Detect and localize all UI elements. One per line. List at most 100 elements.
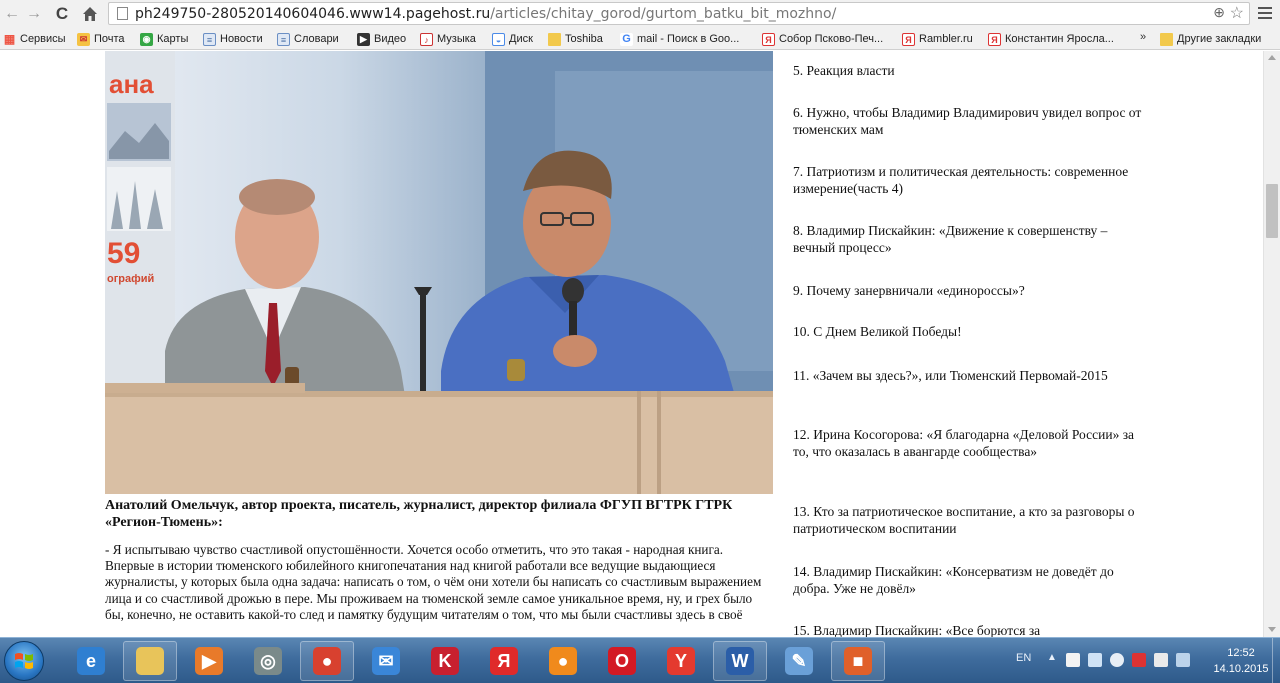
related-articles-list: 5. Реакция власти 6. Нужно, чтобы Владим… [793,51,1153,637]
folder-icon [1160,32,1173,46]
bookmark-label: Rambler.ru [919,33,973,45]
reload-button[interactable]: C [52,4,72,24]
poster-subtitle: ографий [107,273,155,285]
taskbar-app-button[interactable]: ● [536,641,590,681]
folder-icon [548,32,561,46]
bookmark-label: Toshiba [565,33,603,45]
scroll-up-arrow-icon[interactable] [1268,55,1276,60]
speaker-caption: Анатолий Омельчук, автор проекта, писате… [105,498,733,530]
show-desktop-button[interactable] [1272,638,1280,683]
forward-button[interactable]: → [24,4,44,24]
taskbar-app-button[interactable]: e [64,641,118,681]
yandex-icon: Я [988,32,1001,46]
bookmark-label: mail - Поиск в Goo... [637,33,740,45]
taskbar-app-button[interactable]: K [418,641,472,681]
tray-network-icon[interactable] [1088,653,1102,667]
taskbar-app-button[interactable]: W [713,641,767,681]
clock-date[interactable]: 14.10.2015 [1210,662,1272,676]
show-hidden-icons-icon[interactable]: ▲ [1047,652,1057,663]
bookmark-konstantin[interactable]: Я Константин Яросла... [988,31,1114,47]
bookmark-toshiba[interactable]: Toshiba [548,31,603,47]
scroll-thumb[interactable] [1266,184,1278,238]
bookmarks-overflow-button[interactable]: » [1140,31,1146,43]
page-scrollbar[interactable] [1263,51,1280,637]
bookmark-sobor[interactable]: Я Собор Псково-Печ... [762,31,883,47]
taskbar-app-button[interactable]: ◎ [241,641,295,681]
tray-monitor-icon[interactable] [1176,653,1190,667]
related-article-link[interactable]: 8. Владимир Пискайкин: «Движение к совер… [793,222,1148,256]
bookmarks-bar: ▦ Сервисы ✉ Почта ◉ Карты ≡ Новости ≡ Словари… [0,28,1280,50]
taskbar-app-button[interactable]: Я [477,641,531,681]
chrome-menu-button[interactable] [1254,4,1276,24]
taskbar-app-button[interactable]: ▶ [182,641,236,681]
windows-logo-icon [15,653,33,669]
related-article-link[interactable]: 14. Владимир Пискайкин: «Консерватизм не… [793,563,1148,597]
ring-app-icon: ◎ [254,647,282,675]
start-button[interactable] [4,641,44,681]
related-article-link[interactable]: 9. Почему занервничали «единороссы»? [793,282,1148,299]
related-article-link[interactable]: 11. «Зачем вы здесь?», или Тюменский Пер… [793,367,1148,384]
bookmark-mail[interactable]: ✉ Почта [77,31,125,47]
bookmark-dictionary[interactable]: ≡ Словари [277,31,339,47]
tray-grid-icon[interactable] [1066,653,1080,667]
mail-agent-icon: ✉ [372,647,400,675]
yandex-icon: Я [490,647,518,675]
bookmark-star-icon[interactable]: ☆ [1230,3,1244,23]
home-button[interactable] [80,4,100,24]
back-button[interactable]: ← [2,4,22,24]
tray-device-icon[interactable] [1154,653,1168,667]
other-bookmarks[interactable]: Другие закладки [1160,31,1261,47]
bookmark-label: Новости [220,33,263,45]
taskbar-app-button[interactable]: ✉ [359,641,413,681]
tray-flag-icon[interactable] [1132,653,1146,667]
bookmark-rambler[interactable]: Я Rambler.ru [902,31,973,47]
scroll-down-arrow-icon[interactable] [1268,627,1276,632]
related-article-link[interactable]: 10. С Днем Великой Победы! [793,323,1148,340]
taskbar-app-button[interactable]: Y [654,641,708,681]
windows-taskbar: e ▶ ◎ ● ✉ K Я ● O Y W ✎ ■ EN ▲ 12:52 14.10.2015 [0,637,1280,683]
related-article-link[interactable]: 13. Кто за патриотическое воспитание, а … [793,503,1148,537]
url-text[interactable]: ph249750-280520140604046.www14.pagehost.… [135,5,836,23]
related-article-link[interactable]: 15. Владимир Пискайкин: «Все борются за [793,622,1148,637]
speech-paragraph: - Я испытываю чувство счастливой опустош… [105,542,762,622]
address-bar[interactable]: ph249750-280520140604046.www14.pagehost.… [108,2,1250,25]
taskbar-app-button[interactable]: O [595,641,649,681]
dictionary-icon: ≡ [277,32,290,46]
bookmark-music[interactable]: ♪ Музыка [420,31,476,47]
google-icon: G [620,32,633,46]
word-icon: W [726,647,754,675]
bookmark-news[interactable]: ≡ Новости [203,31,263,47]
bookmark-video[interactable]: ▶ Видео [357,31,406,47]
taskbar-app-button[interactable]: ● [300,641,354,681]
bookmark-maps[interactable]: ◉ Карты [140,31,188,47]
related-article-link[interactable]: 5. Реакция власти [793,62,1148,79]
page-icon [117,7,128,20]
bookmark-apps[interactable]: ▦ Сервисы [3,31,66,47]
yandex-browser-icon: Y [667,647,695,675]
language-indicator[interactable]: EN [1016,652,1031,664]
bookmark-label: Видео [374,33,407,45]
yandex-icon: Я [902,32,915,46]
related-article-link[interactable]: 12. Ирина Косогорова: «Я благодарна «Дел… [793,426,1148,460]
photo-viewer-icon: ■ [844,647,872,675]
tray-volume-icon[interactable] [1110,653,1124,667]
mail-icon: ✉ [77,32,90,46]
taskbar-app-button[interactable]: ■ [831,641,885,681]
clock-time[interactable]: 12:52 [1210,646,1272,660]
bookmark-label: Музыка [437,33,476,45]
url-path: /articles/chitay_gorod/gurtom_batku_bit_… [490,6,837,22]
bookmark-disk[interactable]: ◒ Диск [492,31,533,47]
related-article-link[interactable]: 7. Патриотизм и политическая деятельност… [793,163,1148,197]
poster-number: 59 [107,237,141,270]
taskbar-app-button[interactable]: ✎ [772,641,826,681]
bookmark-google-search[interactable]: Gmail - Поиск в Goo... [620,31,739,47]
taskbar-app-button[interactable] [123,641,177,681]
bookmark-label: Почта [94,33,125,45]
article-photo: ана 59 ографий [105,51,773,494]
zoom-icon[interactable]: ⊕ [1213,4,1225,21]
bookmark-label: Диск [509,33,533,45]
bookmark-label: Собор Псково-Печ... [779,33,884,45]
url-host: ph249750-280520140604046.www14.pagehost.… [135,6,491,22]
related-article-link[interactable]: 6. Нужно, чтобы Владимир Владимирович ув… [793,104,1148,138]
maps-icon: ◉ [140,32,153,46]
